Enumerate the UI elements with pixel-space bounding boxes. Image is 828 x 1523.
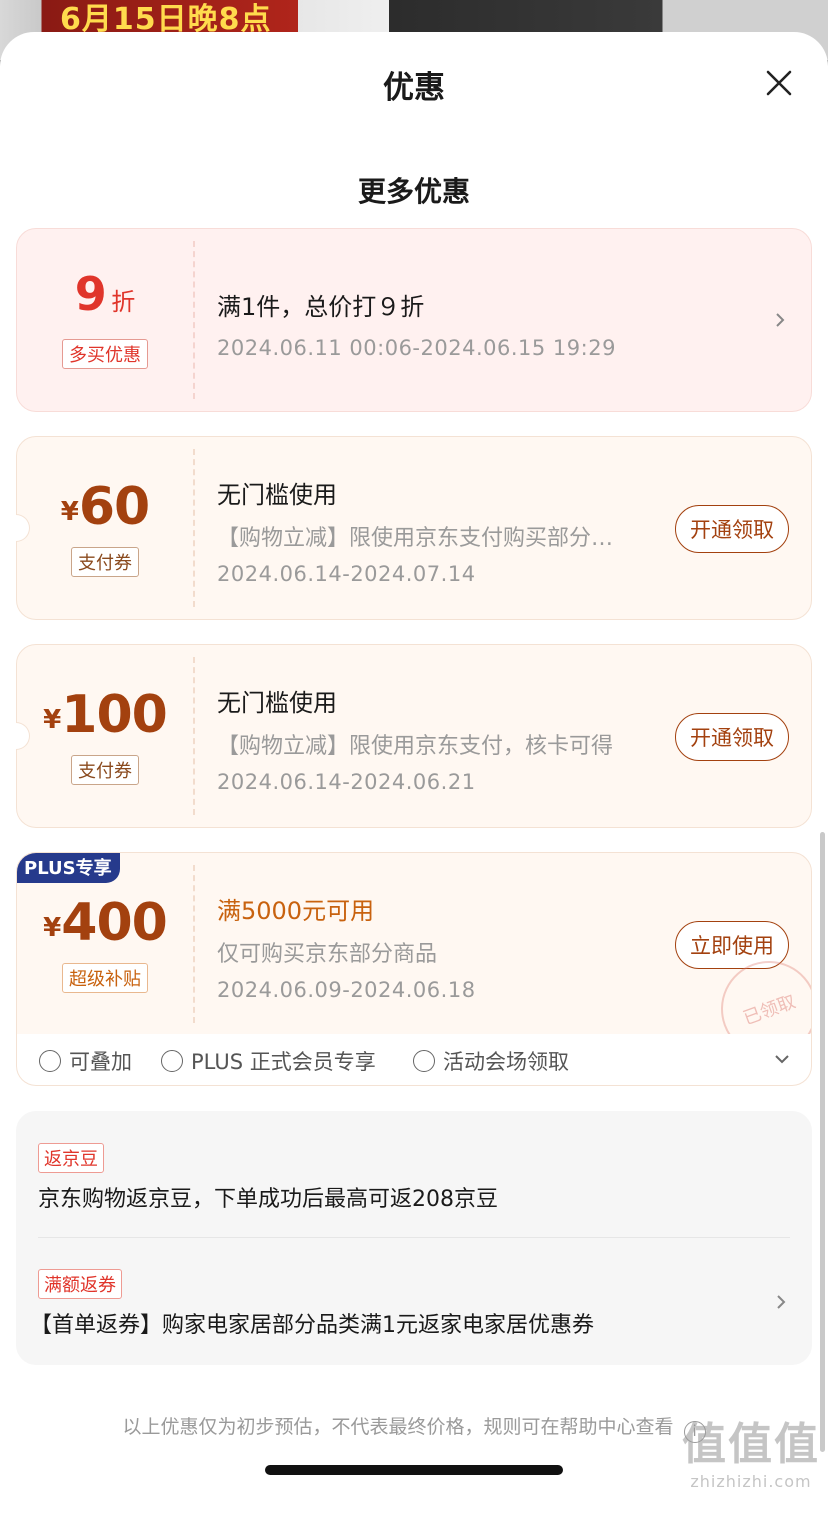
coupon-divider — [193, 241, 195, 399]
rebate-tag-beans: 返京豆 — [38, 1143, 104, 1173]
chevron-down-icon[interactable] — [773, 1050, 791, 1068]
coupon-amount: ¥400 — [43, 893, 168, 953]
coupon-title: 无门槛使用 — [217, 481, 337, 509]
coupon-amount: ¥100 — [43, 685, 168, 745]
home-indicator[interactable] — [265, 1465, 563, 1475]
discount-coupon-card[interactable]: 9 折 多买优惠 满1件，总价打９折 2024.06.11 00:06-2024… — [16, 228, 812, 412]
coupon-date: 2024.06.14-2024.06.21 — [217, 770, 476, 794]
coupon-divider — [193, 657, 195, 815]
watermark: 值值值 zhizhizhi.com — [682, 1419, 820, 1491]
rebates-box: 返京豆 京东购物返京豆，下单成功后最高可返208京豆 满额返券 【首单返券】购家… — [16, 1111, 812, 1365]
coupon-tag: 支付券 — [17, 547, 193, 577]
coupon-desc: 仅可购买京东部分商品 — [217, 942, 438, 967]
coupon-info: 无门槛使用 【购物立减】限使用京东支付购买部分… 2024.06.14-2024… — [217, 475, 613, 586]
coupon-value: 100 — [61, 685, 168, 745]
discount-date: 2024.06.11 00:06-2024.06.15 19:29 — [217, 336, 616, 360]
perk-stackable: 可叠加 — [39, 1046, 132, 1076]
pay-coupon-card-100[interactable]: ¥100 支付券 无门槛使用 【购物立减】限使用京东支付，核卡可得 2024.0… — [16, 644, 812, 828]
coupon-value: 60 — [78, 477, 150, 537]
coupon-date: 2024.06.14-2024.07.14 — [217, 562, 476, 586]
plus-perks-row[interactable]: 可叠加 PLUS 正式会员专享 活动会场领取 — [16, 1034, 812, 1086]
activate-claim-button[interactable]: 开通领取 — [675, 505, 789, 553]
ticket-icon — [413, 1050, 435, 1072]
discount-tag: 多买优惠 — [17, 339, 193, 369]
coupon-value: 400 — [61, 893, 168, 953]
section-title: 更多优惠 — [357, 175, 470, 208]
crown-icon — [161, 1050, 183, 1072]
offers-bottom-sheet: 优惠 更多优惠 9 折 多买优惠 满1件，总价打９折 2024.06.11 00… — [0, 32, 828, 1523]
perk-plus-member: PLUS 正式会员专享 — [161, 1046, 376, 1076]
perk-venue-claim: 活动会场领取 — [413, 1046, 569, 1076]
coupon-desc: 【购物立减】限使用京东支付购买部分… — [217, 526, 614, 551]
coupon-desc: 【购物立减】限使用京东支付，核卡可得 — [217, 734, 614, 759]
coupon-tag: 超级补贴 — [17, 963, 193, 993]
chevron-right-icon[interactable] — [771, 311, 789, 329]
rebate-tag-coupon: 满额返券 — [38, 1269, 122, 1299]
sheet-title: 优惠 — [383, 70, 445, 106]
chevron-right-icon[interactable] — [772, 1293, 790, 1311]
discount-unit: 折 — [111, 288, 136, 316]
coupon-info: 满5000元可用 仅可购买京东部分商品 2024.06.09-2024.06.1… — [217, 891, 476, 1002]
close-icon — [766, 70, 792, 96]
discount-info: 满1件，总价打９折 2024.06.11 00:06-2024.06.15 19… — [217, 287, 616, 360]
coupon-tag: 支付券 — [17, 755, 193, 785]
plus-exclusive-badge: PLUS专享 — [17, 853, 120, 883]
coupon-title: 满5000元可用 — [217, 897, 375, 925]
pay-coupon-card-60[interactable]: ¥60 支付券 无门槛使用 【购物立减】限使用京东支付购买部分… 2024.06… — [16, 436, 812, 620]
rebate-text-beans: 京东购物返京豆，下单成功后最高可返208京豆 — [38, 1187, 498, 1212]
close-button[interactable] — [764, 68, 794, 98]
plus-coupon-card-400[interactable]: PLUS专享 ¥400 超级补贴 满5000元可用 仅可购买京东部分商品 202… — [16, 852, 812, 1036]
coupon-divider — [193, 865, 195, 1023]
rebate-text-coupon[interactable]: 【首单返券】购家电家居部分品类满1元返家电家居优惠券 — [30, 1307, 594, 1339]
coupon-amount: ¥60 — [60, 477, 150, 537]
scrollbar[interactable] — [820, 832, 825, 1452]
coupon-date: 2024.06.09-2024.06.18 — [217, 978, 476, 1002]
discount-title: 满1件，总价打９折 — [217, 293, 425, 321]
stack-icon — [39, 1050, 61, 1072]
activate-claim-button[interactable]: 开通领取 — [675, 713, 789, 761]
coupon-title: 无门槛使用 — [217, 689, 337, 717]
disclaimer-text: 以上优惠仅为初步预估，不代表最终价格，规则可在帮助中心查看 — [122, 1416, 674, 1438]
rebate-divider — [38, 1237, 790, 1238]
coupon-info: 无门槛使用 【购物立减】限使用京东支付，核卡可得 2024.06.14-2024… — [217, 683, 613, 794]
discount-value: 9 — [74, 267, 107, 321]
discount-amount: 9 折 — [17, 267, 193, 321]
coupon-divider — [193, 449, 195, 607]
